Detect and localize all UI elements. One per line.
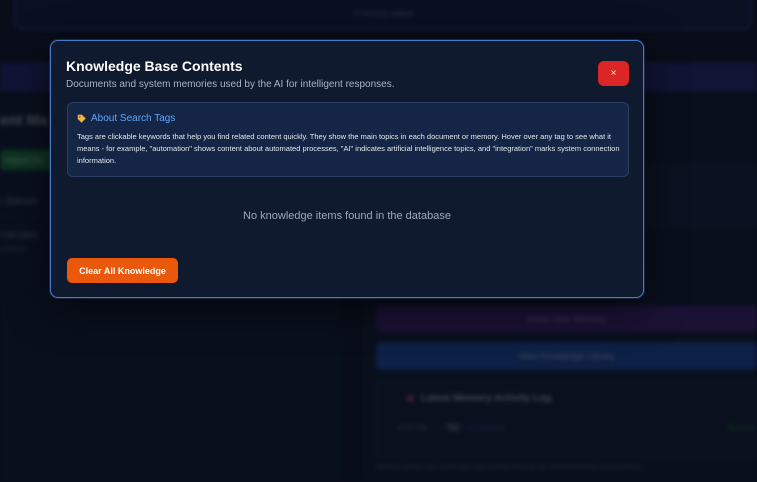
close-button[interactable]: × [598, 61, 629, 86]
info-title: About Search Tags [91, 113, 176, 124]
empty-state-message: No knowledge items found in the database [243, 210, 451, 222]
clear-all-knowledge-button[interactable]: Clear All Knowledge [67, 258, 178, 283]
knowledge-base-modal: Knowledge Base Contents Documents and sy… [50, 40, 644, 298]
tag-icon [77, 114, 86, 123]
modal-subtitle: Documents and system memories used by th… [66, 79, 395, 90]
info-text: Tags are clickable keywords that help yo… [77, 132, 620, 165]
info-header: About Search Tags [77, 113, 175, 124]
search-tags-info-box: About Search Tags Tags are clickable key… [67, 102, 629, 177]
modal-title: Knowledge Base Contents [66, 58, 243, 74]
close-icon: × [610, 67, 617, 79]
